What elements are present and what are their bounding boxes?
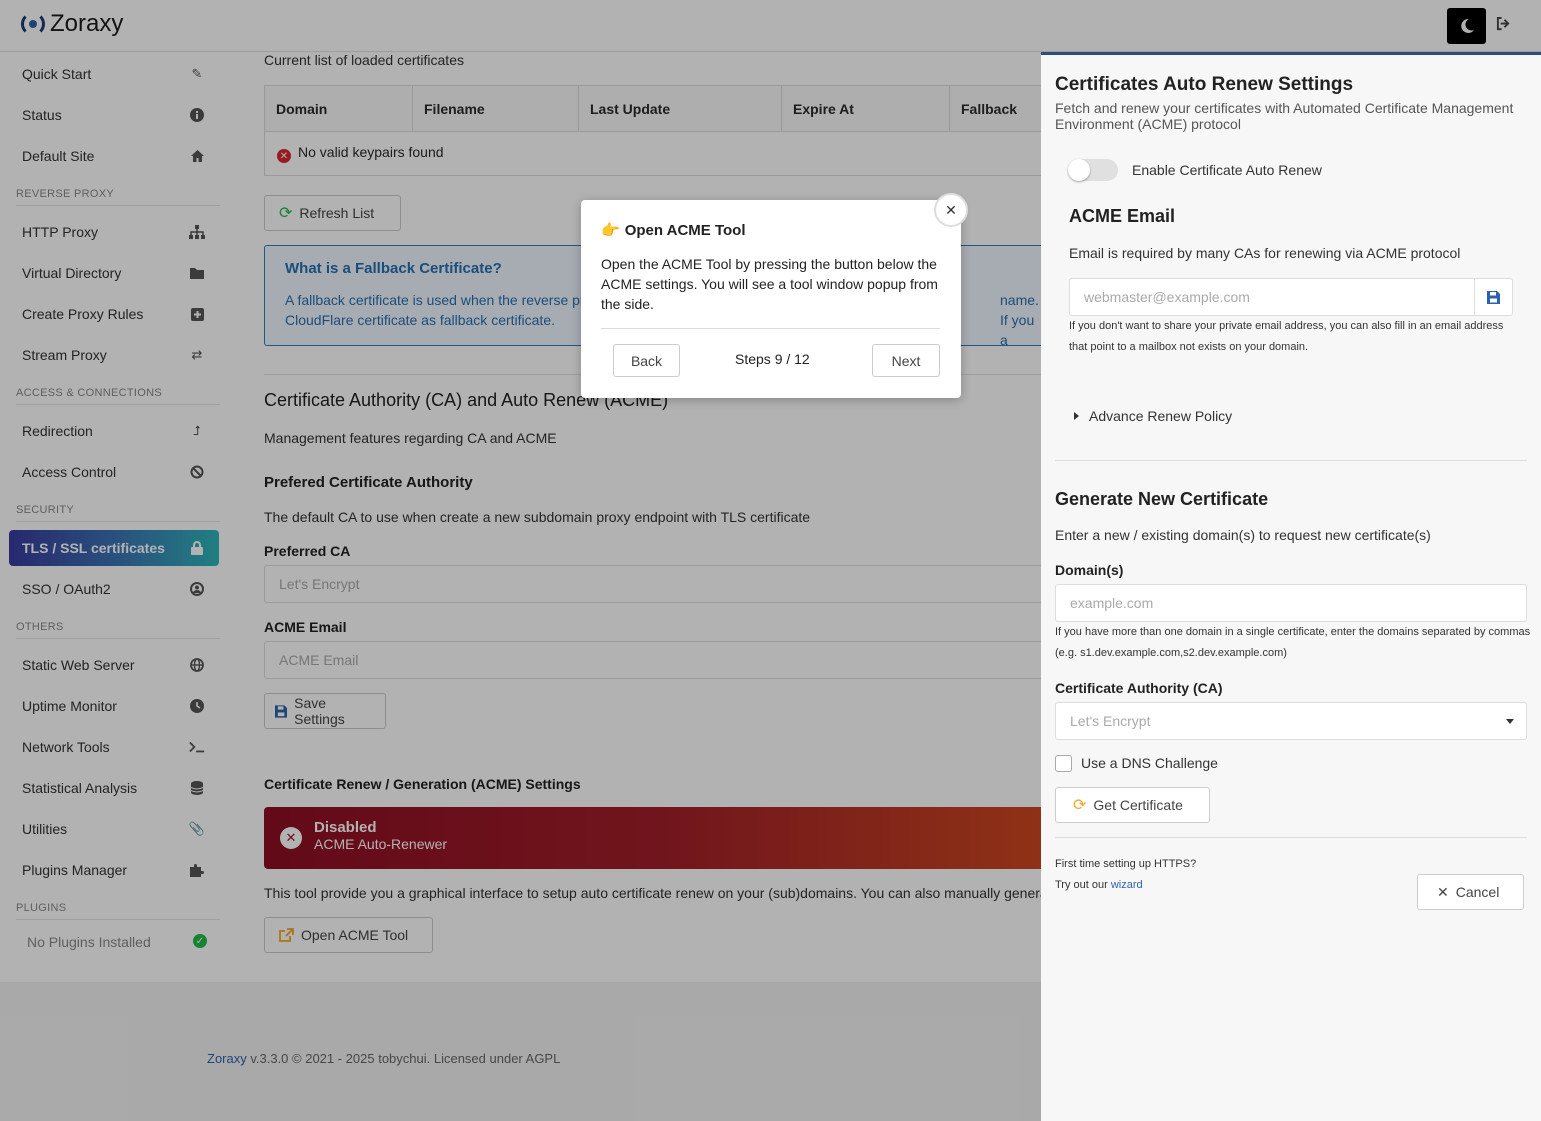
email-hint-2: that point to a mailbox not exists on yo… — [1069, 341, 1309, 353]
domains-input[interactable]: example.com — [1055, 584, 1527, 622]
close-icon: ✕ — [1437, 883, 1449, 900]
modal-next-button[interactable]: Next — [872, 344, 940, 377]
auto-renew-toggle[interactable] — [1068, 159, 1118, 181]
dns-challenge-label: Use a DNS Challenge — [1081, 755, 1218, 771]
panel-email-input[interactable]: webmaster@example.com — [1069, 278, 1475, 316]
refresh-icon: ⟳ — [1073, 797, 1087, 814]
domains-hint-1: If you have more than one domain in a si… — [1055, 626, 1531, 638]
save-email-button[interactable] — [1474, 278, 1513, 316]
ca-select-label: Certificate Authority (CA) — [1055, 680, 1223, 696]
wizard-link[interactable]: wizard — [1111, 879, 1143, 891]
domains-label: Domain(s) — [1055, 562, 1124, 578]
acme-side-panel: Certificates Auto Renew Settings Fetch a… — [1041, 52, 1541, 1121]
modal-body: Open the ACME Tool by pressing the butto… — [601, 256, 938, 312]
tour-step-modal: 👉 Open ACME Tool Open the ACME Tool by p… — [581, 200, 961, 398]
dns-challenge-checkbox[interactable] — [1055, 755, 1072, 772]
first-time-text: First time setting up HTTPS? — [1055, 858, 1197, 870]
panel-email-title: ACME Email — [1069, 206, 1176, 226]
get-certificate-button[interactable]: ⟳ Get Certificate — [1055, 787, 1210, 823]
advance-renew-policy-toggle[interactable]: Advance Renew Policy — [1074, 408, 1232, 424]
cancel-button[interactable]: ✕ Cancel — [1417, 874, 1524, 910]
panel-subtitle: Fetch and renew your certificates with A… — [1055, 100, 1514, 132]
modal-back-button[interactable]: Back — [613, 344, 680, 377]
domains-hint-2: (e.g. s1.dev.example.com,s2.dev.example.… — [1055, 647, 1287, 659]
pointing-hand-icon: 👉 — [601, 222, 620, 239]
modal-steps: Steps 9 / 12 — [735, 351, 810, 367]
save-icon — [1487, 290, 1500, 304]
modal-title-row: 👉 Open ACME Tool — [601, 221, 746, 240]
modal-backdrop — [0, 0, 1041, 1121]
close-icon: ✕ — [945, 201, 957, 218]
ca-select[interactable]: Let's Encrypt — [1055, 702, 1527, 740]
email-hint-1: If you don't want to share your private … — [1069, 320, 1504, 332]
modal-backdrop-top — [1041, 0, 1541, 52]
auto-renew-label: Enable Certificate Auto Renew — [1132, 162, 1322, 178]
chevron-down-icon — [1506, 719, 1514, 724]
modal-divider — [601, 328, 940, 329]
panel-divider — [1055, 460, 1527, 461]
generate-cert-desc: Enter a new / existing domain(s) to requ… — [1055, 527, 1431, 543]
panel-divider-2 — [1055, 837, 1527, 838]
try-out-line: Try out our wizard — [1055, 879, 1143, 891]
panel-email-desc: Email is required by many CAs for renewi… — [1069, 245, 1461, 261]
generate-cert-title: Generate New Certificate — [1055, 489, 1269, 509]
modal-close-button[interactable]: ✕ — [934, 193, 968, 227]
panel-title: Certificates Auto Renew Settings — [1055, 74, 1354, 95]
caret-right-icon — [1074, 412, 1079, 420]
